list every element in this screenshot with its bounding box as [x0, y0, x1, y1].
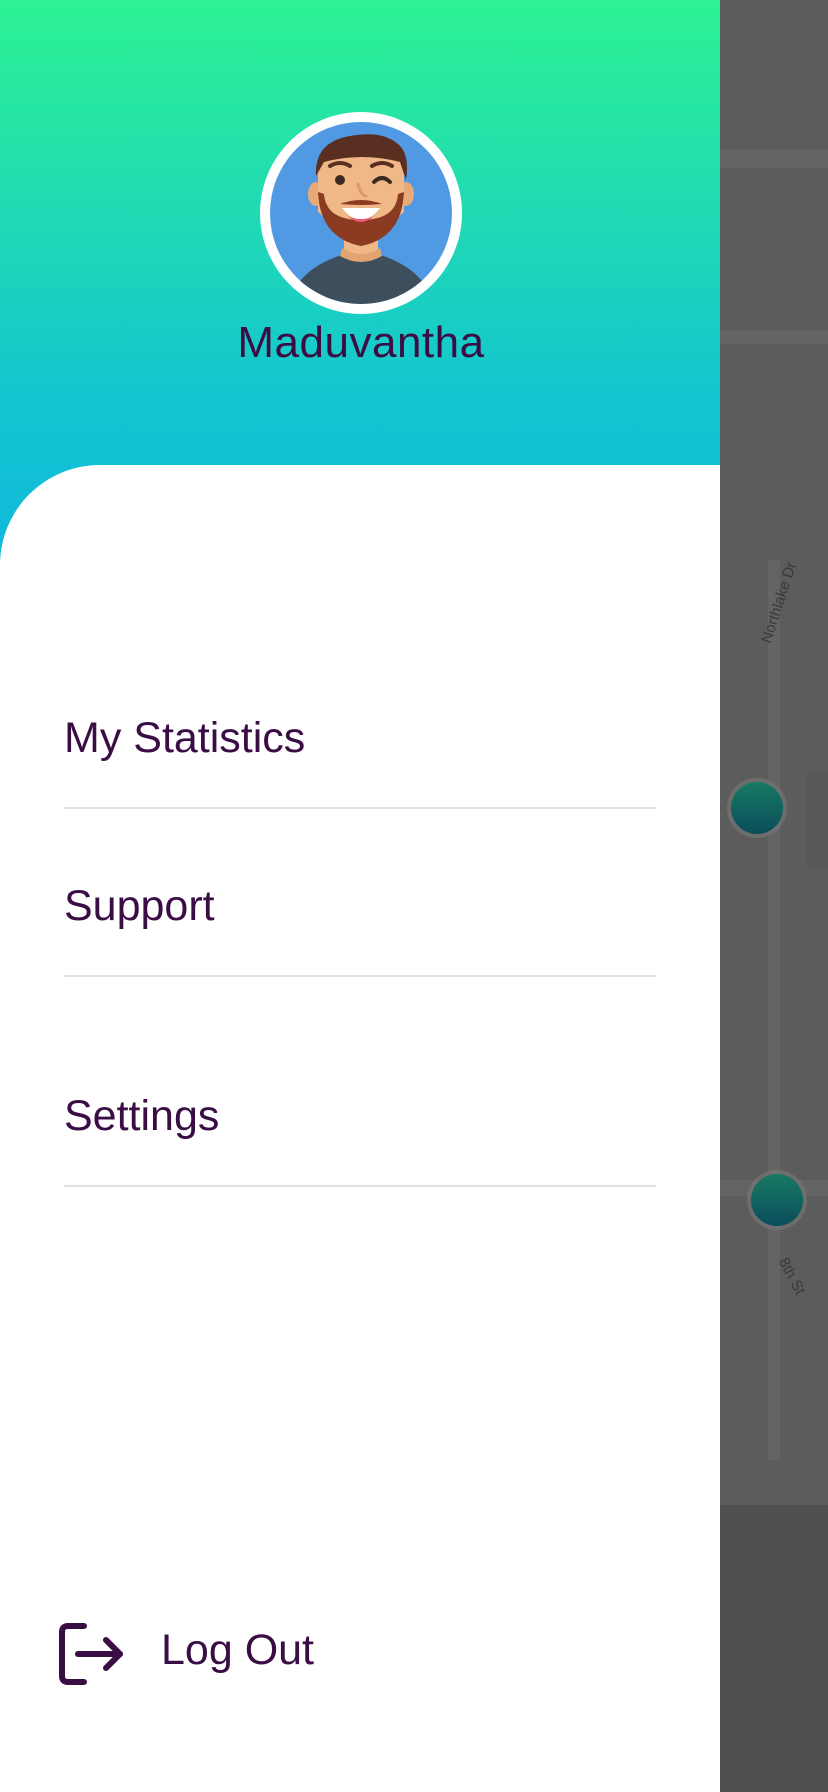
map-road [720, 330, 828, 344]
menu-item-my-statistics[interactable]: My Statistics [64, 714, 656, 774]
logout-button[interactable]: Log Out [58, 1620, 458, 1688]
map-road [720, 150, 828, 168]
map-view[interactable]: Northlake Dr 8th St [720, 0, 828, 1505]
avatar[interactable] [260, 112, 462, 314]
map-backdrop[interactable]: Northlake Dr 8th St [720, 0, 828, 1792]
user-name: Maduvantha [237, 318, 485, 367]
menu-item-settings[interactable]: Settings [64, 1092, 656, 1152]
logout-label: Log Out [161, 1626, 314, 1674]
divider [64, 1185, 656, 1187]
logout-icon [59, 1623, 123, 1685]
navigation-drawer: Maduvantha My Statistics Support Setting… [0, 0, 720, 1792]
map-card [806, 770, 828, 870]
avatar-image [270, 122, 452, 304]
map-road [768, 560, 780, 1460]
divider [64, 807, 656, 809]
menu-item-support[interactable]: Support [64, 882, 656, 942]
winking-bearded-man-avatar-icon [288, 134, 434, 304]
divider [64, 975, 656, 977]
map-location-marker[interactable] [751, 1174, 803, 1226]
map-street-label: 8th St [774, 1255, 809, 1298]
map-location-marker[interactable] [731, 782, 783, 834]
